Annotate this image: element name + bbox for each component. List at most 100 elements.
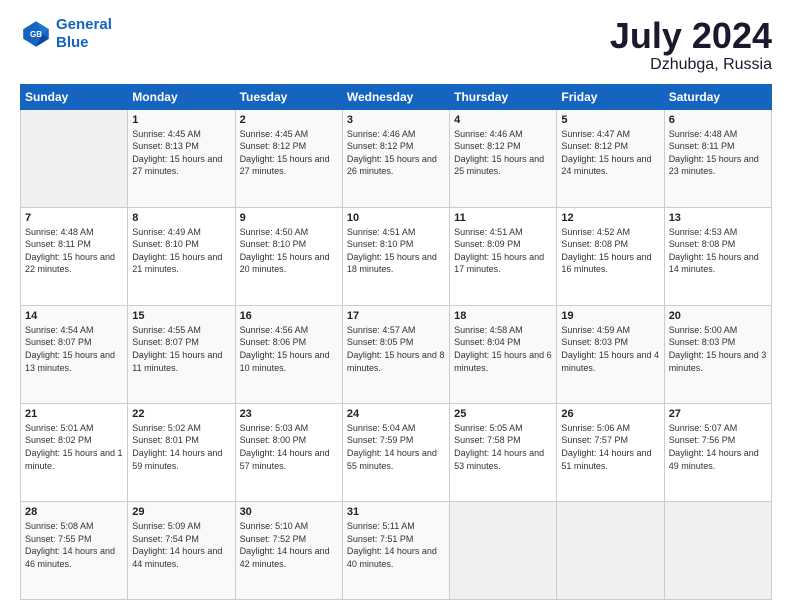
col-header-monday: Monday — [128, 84, 235, 109]
cell-info: Sunrise: 4:46 AMSunset: 8:12 PMDaylight:… — [454, 128, 552, 178]
logo-text: General Blue — [56, 16, 112, 52]
calendar-cell: 31Sunrise: 5:11 AMSunset: 7:51 PMDayligh… — [342, 501, 449, 599]
svg-text:GB: GB — [30, 30, 42, 39]
day-number: 28 — [25, 506, 123, 518]
calendar-cell: 19Sunrise: 4:59 AMSunset: 8:03 PMDayligh… — [557, 305, 664, 403]
day-number: 13 — [669, 212, 767, 224]
calendar-cell — [21, 109, 128, 207]
calendar-table: SundayMondayTuesdayWednesdayThursdayFrid… — [20, 84, 772, 600]
calendar-cell: 14 Sunrise: 4:54 AMSunset: 8:07 PMDayligh… — [21, 305, 128, 403]
calendar-cell — [450, 501, 557, 599]
calendar-cell: 10Sunrise: 4:51 AMSunset: 8:10 PMDayligh… — [342, 207, 449, 305]
cell-info: Sunrise: 5:07 AMSunset: 7:56 PMDaylight:… — [669, 422, 767, 472]
cell-info: Sunrise: 4:48 AMSunset: 8:11 PMDaylight:… — [669, 128, 767, 178]
day-number: 18 — [454, 310, 552, 322]
day-number: 16 — [240, 310, 338, 322]
day-number: 24 — [347, 408, 445, 420]
calendar-cell: 24 Sunrise: 5:04 AMSunset: 7:59 PMDayligh… — [342, 403, 449, 501]
day-number: 26 — [561, 408, 659, 420]
cell-info: Sunrise: 4:56 AMSunset: 8:06 PMDaylight:… — [240, 324, 338, 374]
cell-info: Sunrise: 5:02 AMSunset: 8:01 PMDaylight:… — [132, 422, 230, 472]
day-number: 10 — [347, 212, 445, 224]
calendar-cell: 28 Sunrise: 5:08 AMSunset: 7:55 PMDayligh… — [21, 501, 128, 599]
calendar-cell: 25 Sunrise: 5:05 AMSunset: 7:58 PMDayligh… — [450, 403, 557, 501]
calendar-cell: 17Sunrise: 4:57 AMSunset: 8:05 PMDayligh… — [342, 305, 449, 403]
calendar-cell: 11 Sunrise: 4:51 AMSunset: 8:09 PMDayligh… — [450, 207, 557, 305]
calendar-cell: 5Sunrise: 4:47 AMSunset: 8:12 PMDaylight… — [557, 109, 664, 207]
day-number: 12 — [561, 212, 659, 224]
col-header-wednesday: Wednesday — [342, 84, 449, 109]
title-block: July 2024 Dzhubga, Russia — [610, 16, 772, 74]
day-number: 30 — [240, 506, 338, 518]
cell-info: Sunrise: 4:55 AMSunset: 8:07 PMDaylight:… — [132, 324, 230, 374]
header: GB General Blue July 2024 Dzhubga, Russi… — [20, 16, 772, 74]
calendar-cell: 29 Sunrise: 5:09 AMSunset: 7:54 PMDayligh… — [128, 501, 235, 599]
day-number: 22 — [132, 408, 230, 420]
cell-info: Sunrise: 5:10 AMSunset: 7:52 PMDaylight:… — [240, 520, 338, 570]
week-row-3: 14 Sunrise: 4:54 AMSunset: 8:07 PMDayligh… — [21, 305, 772, 403]
cell-info: Sunrise: 4:50 AMSunset: 8:10 PMDaylight:… — [240, 226, 338, 276]
day-number: 29 — [132, 506, 230, 518]
calendar-cell — [664, 501, 771, 599]
calendar-cell: 4 Sunrise: 4:46 AMSunset: 8:12 PMDaylight… — [450, 109, 557, 207]
col-header-saturday: Saturday — [664, 84, 771, 109]
col-header-thursday: Thursday — [450, 84, 557, 109]
day-number: 7 — [25, 212, 123, 224]
day-number: 4 — [454, 114, 552, 126]
calendar-cell: 18Sunrise: 4:58 AMSunset: 8:04 PMDayligh… — [450, 305, 557, 403]
calendar-cell: 16 Sunrise: 4:56 AMSunset: 8:06 PMDayligh… — [235, 305, 342, 403]
cell-info: Sunrise: 5:06 AMSunset: 7:57 PMDaylight:… — [561, 422, 659, 472]
col-header-sunday: Sunday — [21, 84, 128, 109]
cell-info: Sunrise: 4:57 AMSunset: 8:05 PMDaylight:… — [347, 324, 445, 374]
cell-info: Sunrise: 5:04 AMSunset: 7:59 PMDaylight:… — [347, 422, 445, 472]
month-title: July 2024 — [610, 16, 772, 56]
day-number: 9 — [240, 212, 338, 224]
cell-info: Sunrise: 4:51 AMSunset: 8:09 PMDaylight:… — [454, 226, 552, 276]
calendar-cell: 7 Sunrise: 4:48 AMSunset: 8:11 PMDaylight… — [21, 207, 128, 305]
cell-info: Sunrise: 4:54 AMSunset: 8:07 PMDaylight:… — [25, 324, 123, 374]
day-number: 14 — [25, 310, 123, 322]
day-number: 8 — [132, 212, 230, 224]
cell-info: Sunrise: 4:47 AMSunset: 8:12 PMDaylight:… — [561, 128, 659, 178]
col-header-tuesday: Tuesday — [235, 84, 342, 109]
day-number: 1 — [132, 114, 230, 126]
cell-info: Sunrise: 5:05 AMSunset: 7:58 PMDaylight:… — [454, 422, 552, 472]
cell-info: Sunrise: 5:00 AMSunset: 8:03 PMDaylight:… — [669, 324, 767, 374]
day-number: 11 — [454, 212, 552, 224]
calendar-cell: 3 Sunrise: 4:46 AMSunset: 8:12 PMDaylight… — [342, 109, 449, 207]
calendar-cell: 13 Sunrise: 4:53 AMSunset: 8:08 PMDayligh… — [664, 207, 771, 305]
day-number: 25 — [454, 408, 552, 420]
cell-info: Sunrise: 5:08 AMSunset: 7:55 PMDaylight:… — [25, 520, 123, 570]
week-row-2: 7 Sunrise: 4:48 AMSunset: 8:11 PMDaylight… — [21, 207, 772, 305]
cell-info: Sunrise: 4:46 AMSunset: 8:12 PMDaylight:… — [347, 128, 445, 178]
calendar-cell: 20Sunrise: 5:00 AMSunset: 8:03 PMDayligh… — [664, 305, 771, 403]
cell-info: Sunrise: 4:53 AMSunset: 8:08 PMDaylight:… — [669, 226, 767, 276]
cell-info: Sunrise: 4:49 AMSunset: 8:10 PMDaylight:… — [132, 226, 230, 276]
location-title: Dzhubga, Russia — [610, 56, 772, 74]
day-number: 6 — [669, 114, 767, 126]
cell-info: Sunrise: 4:45 AMSunset: 8:13 PMDaylight:… — [132, 128, 230, 178]
day-number: 2 — [240, 114, 338, 126]
day-number: 27 — [669, 408, 767, 420]
day-number: 15 — [132, 310, 230, 322]
day-number: 19 — [561, 310, 659, 322]
day-number: 3 — [347, 114, 445, 126]
calendar-cell: 8 Sunrise: 4:49 AMSunset: 8:10 PMDaylight… — [128, 207, 235, 305]
calendar-cell: 23Sunrise: 5:03 AMSunset: 8:00 PMDayligh… — [235, 403, 342, 501]
cell-info: Sunrise: 5:03 AMSunset: 8:00 PMDaylight:… — [240, 422, 338, 472]
week-row-5: 28 Sunrise: 5:08 AMSunset: 7:55 PMDayligh… — [21, 501, 772, 599]
page: GB General Blue July 2024 Dzhubga, Russi… — [0, 0, 792, 612]
day-number: 31 — [347, 506, 445, 518]
calendar-cell: 26 Sunrise: 5:06 AMSunset: 7:57 PMDayligh… — [557, 403, 664, 501]
calendar-cell: 9 Sunrise: 4:50 AMSunset: 8:10 PMDaylight… — [235, 207, 342, 305]
calendar-cell: 27 Sunrise: 5:07 AMSunset: 7:56 PMDayligh… — [664, 403, 771, 501]
cell-info: Sunrise: 4:48 AMSunset: 8:11 PMDaylight:… — [25, 226, 123, 276]
calendar-cell: 1 Sunrise: 4:45 AMSunset: 8:13 PMDaylight… — [128, 109, 235, 207]
cell-info: Sunrise: 4:45 AMSunset: 8:12 PMDaylight:… — [240, 128, 338, 178]
calendar-cell: 15 Sunrise: 4:55 AMSunset: 8:07 PMDayligh… — [128, 305, 235, 403]
cell-info: Sunrise: 5:09 AMSunset: 7:54 PMDaylight:… — [132, 520, 230, 570]
logo-icon: GB — [20, 18, 52, 50]
week-row-4: 21Sunrise: 5:01 AMSunset: 8:02 PMDayligh… — [21, 403, 772, 501]
cell-info: Sunrise: 4:52 AMSunset: 8:08 PMDaylight:… — [561, 226, 659, 276]
calendar-cell: 21Sunrise: 5:01 AMSunset: 8:02 PMDayligh… — [21, 403, 128, 501]
